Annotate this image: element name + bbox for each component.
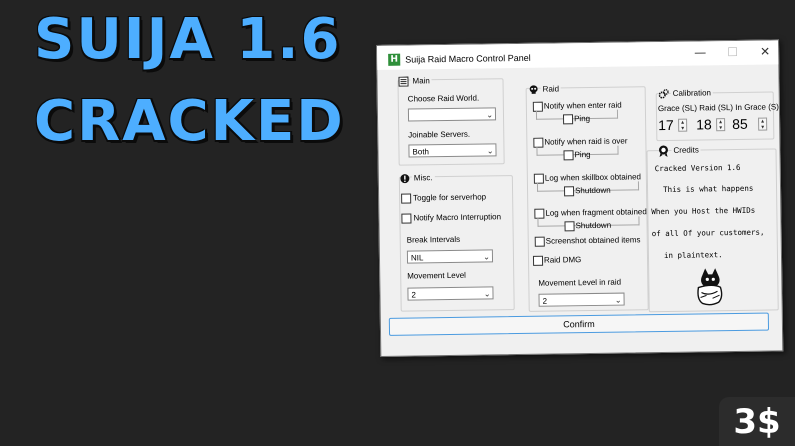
movement-level-value: 2 (411, 290, 417, 300)
movement-level-dropdown[interactable]: 2 ⌄ (407, 286, 494, 301)
price-badge: 3$ (719, 397, 795, 446)
misc-group-title: Misc. (411, 173, 435, 183)
shutdown-label-1: Shutdown (574, 185, 611, 196)
serverhop-checkbox[interactable] (401, 193, 412, 204)
break-intervals-value: NIL (410, 253, 424, 263)
movement-level-label: Movement Level (407, 270, 466, 281)
main-group-title: Main (410, 76, 432, 86)
chevron-down-icon: ⌄ (483, 252, 491, 262)
joinable-servers-label: Joinable Servers. (408, 129, 471, 140)
raid-dmg-label: Raid DMG (543, 255, 582, 265)
app-icon: H (388, 53, 401, 66)
window-titlebar: H Suija Raid Macro Control Panel — ☐ ✕ (377, 40, 779, 70)
calibration-header: Grace (SL) Raid (SL) In Grace (S) (657, 102, 779, 114)
confirm-button[interactable]: Confirm (388, 312, 770, 336)
window-title: Suija Raid Macro Control Panel (405, 52, 531, 65)
chevron-down-icon: ⌄ (614, 295, 622, 305)
in-grace-spinner[interactable]: ▲ ▼ (758, 117, 768, 131)
raid-movement-value: 2 (542, 296, 548, 306)
credits-line-4: of all Of your customers, (651, 227, 765, 239)
headline-title: SUIJA 1.6 (34, 7, 342, 72)
maximize-button[interactable]: ☐ (727, 45, 738, 59)
in-grace-value[interactable]: 85 (732, 116, 748, 132)
break-intervals-dropdown[interactable]: NIL ⌄ (406, 249, 494, 264)
notify-interruption-label: Notify Macro Interruption (413, 212, 502, 223)
raid-spinner[interactable]: ▲ ▼ (716, 118, 726, 132)
screenshot-items-checkbox[interactable] (534, 236, 545, 247)
notify-interruption-checkbox[interactable] (401, 213, 412, 224)
raid-movement-label: Movement Level in raid (538, 277, 622, 288)
ping-checkbox-2[interactable] (563, 150, 574, 161)
gears-icon (658, 89, 669, 99)
chevron-down-icon: ⌄ (483, 289, 491, 299)
ping-label-2: Ping (574, 150, 591, 160)
grace-spinner[interactable]: ▲ ▼ (678, 118, 688, 132)
award-ribbon-icon (658, 145, 668, 158)
shutdown-checkbox-1[interactable] (563, 186, 575, 197)
control-panel-window: H Suija Raid Macro Control Panel — ☐ ✕ M… (376, 39, 784, 357)
chevron-down-icon: ⌄ (486, 146, 494, 156)
ping-label-1: Ping (573, 114, 591, 124)
credits-line-1: Cracked Version 1.6 (654, 162, 741, 174)
choose-world-dropdown[interactable]: ⌄ (407, 107, 497, 122)
cat-drawing-icon (697, 268, 723, 306)
shutdown-label-2: Shutdown (575, 220, 612, 231)
grace-value[interactable]: 17 (658, 117, 674, 133)
credits-line-3: When you Host the HWIDs (651, 205, 756, 217)
close-button[interactable]: ✕ (760, 44, 770, 58)
raid-value[interactable]: 18 (696, 116, 712, 132)
credits-line-2: This is what happens (662, 183, 754, 195)
chevron-down-icon: ⌄ (486, 110, 494, 120)
skull-icon (529, 85, 538, 94)
raid-movement-dropdown[interactable]: 2 ⌄ (538, 292, 625, 307)
minimize-button[interactable]: — (694, 45, 706, 59)
alert-icon (400, 174, 410, 184)
raid-dmg-checkbox[interactable] (532, 255, 544, 266)
credits-group-title: Credits (671, 145, 701, 155)
joinable-servers-dropdown[interactable]: Both ⌄ (408, 143, 497, 158)
screenshot-items-label: Screenshot obtained items (545, 235, 641, 246)
headline-subtitle: CRACKED (34, 89, 345, 154)
calibration-group-title: Calibration (670, 88, 714, 98)
serverhop-label: Toggle for serverhop (413, 192, 487, 203)
shutdown-checkbox-2[interactable] (564, 221, 575, 232)
break-intervals-label: Break Intervals (406, 234, 461, 245)
joinable-servers-value: Both (412, 147, 430, 157)
ping-checkbox-1[interactable] (562, 114, 574, 125)
list-icon (398, 76, 409, 87)
credits-line-5: in plaintext. (663, 250, 723, 260)
choose-world-label: Choose Raid World. (407, 93, 480, 104)
raid-group-title: Raid (540, 84, 562, 94)
